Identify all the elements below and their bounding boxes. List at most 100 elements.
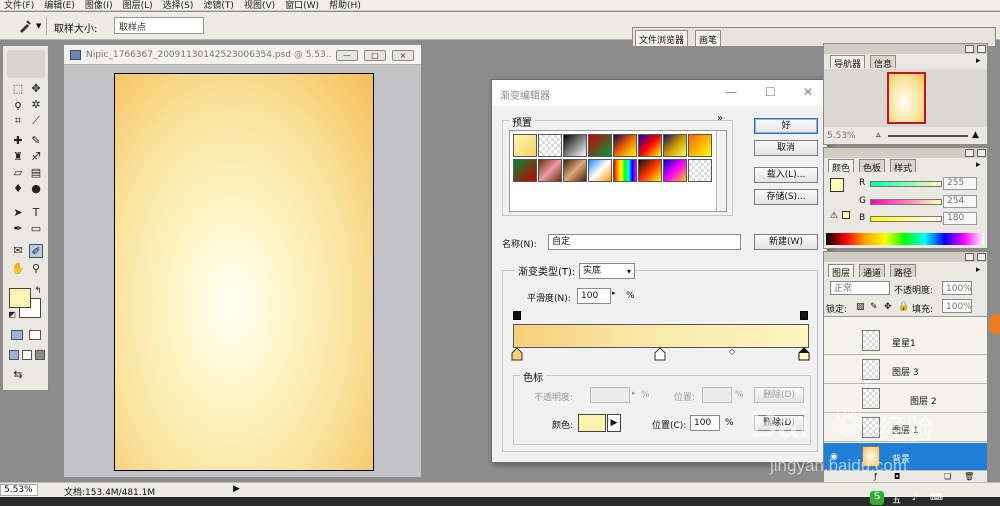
layer-row[interactable]: 图层 3 (824, 356, 987, 384)
maximize-icon[interactable]: ☐ (765, 85, 776, 99)
foreground-swatch[interactable] (830, 178, 844, 192)
healing-brush-tool-icon[interactable]: ✚ (11, 134, 25, 148)
preset-swatch[interactable] (588, 134, 612, 157)
tab-layers[interactable]: 图层 (828, 264, 855, 279)
preset-swatch[interactable] (638, 134, 662, 157)
layer-fill-input[interactable]: 100% (942, 299, 972, 313)
default-colors-icon[interactable]: ◩ (5, 308, 19, 322)
dodge-tool-icon[interactable]: ● (29, 182, 43, 196)
gradient-tool-icon[interactable]: ▤ (29, 166, 43, 180)
maximize-button[interactable]: □ (364, 50, 386, 61)
standard-mode-icon[interactable] (11, 330, 23, 340)
preset-swatch[interactable] (513, 159, 537, 182)
preset-swatch[interactable] (663, 159, 687, 182)
preset-swatch[interactable] (688, 159, 712, 182)
minimize-icon[interactable]: — (725, 85, 737, 99)
side-float-button[interactable] (989, 314, 1000, 334)
dialog-titlebar[interactable]: 渐变编辑器 — ☐ ✕ (492, 80, 827, 106)
cancel-button[interactable]: 取消 (754, 140, 818, 156)
tab-info[interactable]: 信息 (870, 55, 897, 70)
green-value[interactable]: 254 (943, 195, 977, 208)
zoom-out-icon[interactable]: ▵ (876, 130, 881, 140)
navigator-titlebar[interactable] (824, 44, 987, 54)
color-ramp[interactable] (826, 233, 984, 245)
preset-swatch[interactable] (538, 159, 562, 182)
history-brush-tool-icon[interactable]: ♐ (29, 150, 43, 164)
name-input[interactable]: 自定 (548, 234, 741, 250)
red-value[interactable]: 255 (943, 177, 977, 190)
eyedropper-icon[interactable] (18, 19, 32, 33)
magic-wand-tool-icon[interactable]: ✲ (29, 98, 43, 112)
new-button[interactable]: 新建(W) (754, 234, 818, 250)
presets-scrollbar[interactable] (716, 131, 726, 211)
menu-layer[interactable]: 图层(L) (119, 1, 159, 10)
tool-preset-arrow-icon[interactable]: ▼ (36, 22, 41, 30)
gradient-type-select[interactable]: 实底 ▾ (579, 263, 635, 279)
layer-name[interactable]: 星星1 (892, 336, 916, 349)
screen-mode-standard-icon[interactable] (9, 350, 19, 360)
status-menu-arrow-icon[interactable]: ▶ (233, 484, 240, 494)
close-icon[interactable]: ✕ (803, 85, 813, 99)
preset-swatch[interactable] (513, 134, 537, 157)
sample-size-select[interactable]: 取样点 (114, 17, 204, 34)
panel-minimize-icon[interactable] (965, 45, 974, 53)
blue-value[interactable]: 180 (943, 212, 977, 225)
menu-image[interactable]: 图像(I) (81, 1, 119, 10)
tab-paths[interactable]: 路径 (890, 264, 917, 279)
delete-layer-icon[interactable]: 🗑 (964, 472, 974, 481)
red-slider[interactable] (870, 181, 942, 187)
gradient-preview-bar[interactable] (513, 324, 809, 348)
color-midpoint-icon[interactable]: ◇ (729, 347, 735, 356)
ime-keyboard-icon[interactable]: ⌨ (930, 493, 943, 503)
lock-image-icon[interactable]: ✎ (870, 302, 878, 312)
presets-menu-icon[interactable]: » (717, 113, 723, 124)
color-stop-middle[interactable] (654, 347, 666, 361)
preset-swatch[interactable] (563, 159, 587, 182)
brush-tool-icon[interactable]: ✎ (29, 134, 43, 148)
stop-color-swatch[interactable] (578, 414, 606, 432)
ok-button[interactable]: 好 (754, 118, 818, 134)
swap-colors-icon[interactable]: ↰ (31, 284, 45, 298)
lasso-tool-icon[interactable]: ϙ (11, 98, 25, 112)
color-menu-arrow-icon[interactable]: ▶ (607, 414, 621, 432)
menu-help[interactable]: 帮助(H) (325, 1, 367, 10)
menu-file[interactable]: 文件(F) (0, 1, 40, 10)
lock-transparent-icon[interactable]: ▧ (856, 302, 865, 312)
crop-tool-icon[interactable]: ⌗ (11, 114, 25, 128)
lock-position-icon[interactable]: ✥ (884, 302, 892, 312)
preset-swatch[interactable] (538, 134, 562, 157)
preset-swatch[interactable] (663, 134, 687, 157)
quick-mask-mode-icon[interactable] (29, 330, 41, 340)
screen-mode-full-menu-icon[interactable] (22, 350, 32, 360)
menu-window[interactable]: 窗口(W) (281, 1, 325, 10)
color-location-input[interactable]: 100 (690, 415, 720, 431)
navigator-thumbnail[interactable] (887, 72, 926, 124)
opacity-stepper-icon[interactable]: ▸ (632, 389, 636, 397)
menu-filter[interactable]: 滤镜(T) (199, 1, 240, 10)
preset-swatch[interactable] (613, 134, 637, 157)
smoothness-input[interactable]: 100 (577, 288, 611, 304)
foreground-color-swatch[interactable] (9, 288, 31, 308)
layer-opacity-input[interactable]: 100% (942, 281, 972, 295)
opacity-input[interactable] (590, 387, 630, 403)
panel-minimize-icon[interactable] (965, 149, 974, 157)
color-stop-left[interactable] (511, 347, 523, 361)
preset-swatch[interactable] (563, 134, 587, 157)
panel-close-icon[interactable] (977, 45, 986, 53)
layers-panel-titlebar[interactable] (824, 252, 987, 262)
status-zoom-field[interactable]: 5.53% (0, 484, 38, 496)
tab-styles[interactable]: 样式 (890, 159, 917, 174)
navigator-menu-icon[interactable]: ▸ (976, 56, 981, 66)
jump-to-imageready-icon[interactable]: ⇆ (11, 368, 25, 382)
color-panel-titlebar[interactable] (824, 148, 987, 158)
panel-close-icon[interactable] (977, 149, 986, 157)
eraser-tool-icon[interactable]: ▱ (11, 166, 25, 180)
menu-select[interactable]: 选择(S) (159, 1, 200, 10)
tab-navigator[interactable]: 导航器 (830, 55, 866, 70)
tab-swatches[interactable]: 色板 (859, 159, 886, 174)
opacity-location-input[interactable] (702, 387, 732, 403)
blend-mode-select[interactable]: 正常 (830, 281, 890, 295)
preset-swatch[interactable] (688, 134, 712, 157)
lock-all-icon[interactable]: 🔒 (898, 302, 909, 312)
gamut-warning-icon[interactable]: ⚠ (830, 211, 838, 221)
